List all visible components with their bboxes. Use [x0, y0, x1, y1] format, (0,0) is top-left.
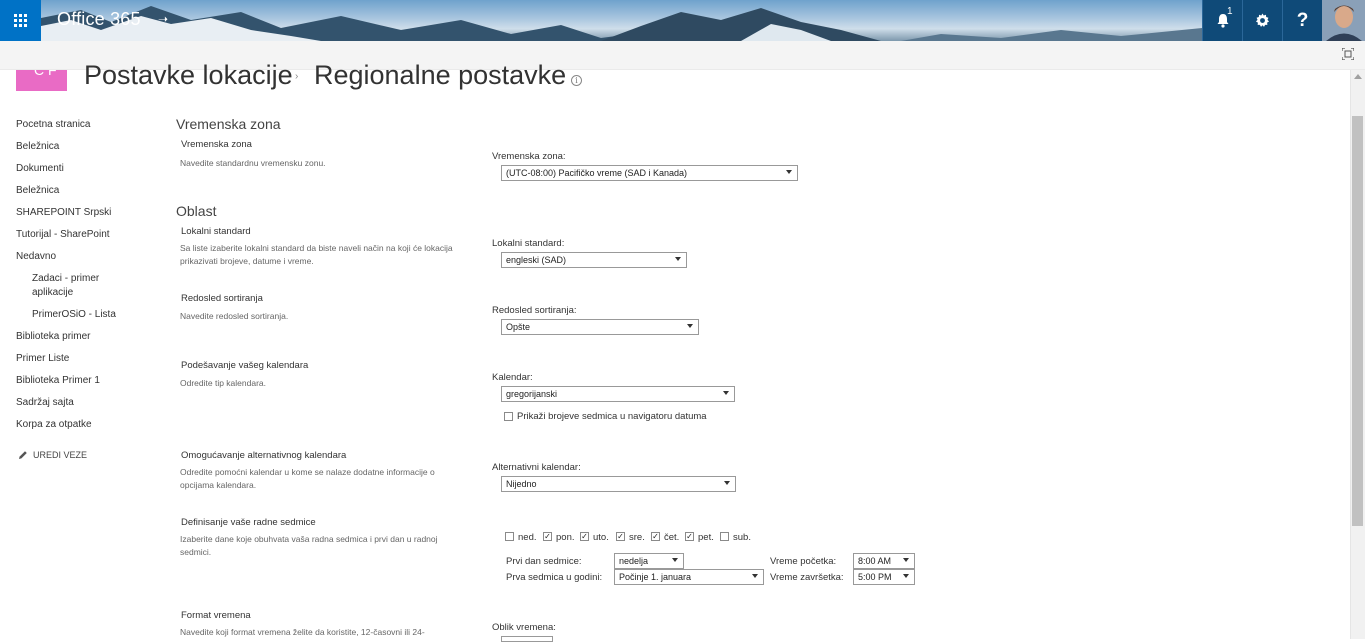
day-label-mon: pon. [556, 532, 575, 543]
alt-calendar-group-title: Omogućavanje alternativnog kalendara [181, 450, 347, 461]
day-checkbox-tue[interactable]: ✓ [580, 532, 589, 541]
day-label-thu: čet. [664, 532, 680, 543]
nav-item-sample-list[interactable]: Primer Liste [16, 352, 69, 366]
nav-item-sharepoint-srpski[interactable]: SHAREPOINT Srpski [16, 206, 111, 220]
time-format-group-title: Format vremena [181, 610, 251, 621]
end-time-select[interactable]: 5:00 PM [853, 569, 915, 585]
time-format-label: Oblik vremena: [492, 622, 556, 633]
section-heading-timezone: Vremenska zona [176, 116, 281, 132]
section-heading-region: Oblast [176, 203, 217, 219]
timezone-group-title: Vremenska zona [181, 139, 252, 150]
nav-item-site-contents[interactable]: Sadržaj sajta [16, 396, 74, 410]
timezone-label: Vremenska zona: [492, 151, 566, 162]
site-logo[interactable]: C F [16, 70, 67, 91]
chevron-down-icon [724, 481, 730, 485]
chevron-down-icon [687, 324, 693, 328]
sort-group-title: Redosled sortiranja [181, 293, 263, 304]
day-label-tue: uto. [593, 532, 609, 543]
alt-calendar-select[interactable]: Nijedno [501, 476, 736, 492]
locale-group-title: Lokalni standard [181, 226, 251, 237]
day-label-sat: sub. [733, 532, 751, 543]
locale-group-desc: Sa liste izaberite lokalni standard da b… [180, 243, 453, 266]
pencil-icon [19, 451, 27, 459]
day-checkbox-thu[interactable]: ✓ [651, 532, 660, 541]
first-week-label: Prva sedmica u godini: [506, 572, 603, 583]
chevron-down-icon [675, 257, 681, 261]
gear-icon [1255, 13, 1270, 27]
info-icon[interactable]: i [571, 75, 582, 86]
nav-item-recent-tasks[interactable]: Zadaci - primer aplikacije [32, 272, 122, 300]
edit-links-button[interactable]: UREDI VEZE [18, 450, 87, 460]
alt-calendar-group-desc: Odredite pomoćni kalendar u kome se nala… [180, 467, 435, 490]
app-launcher-icon[interactable] [0, 0, 41, 41]
nav-item-library-sample-1[interactable]: Biblioteka Primer 1 [16, 374, 100, 388]
breadcrumb-separator-icon: › [295, 71, 299, 82]
calendar-select[interactable]: gregorijanski [501, 386, 735, 402]
time-format-select[interactable] [501, 636, 553, 642]
nav-item-recent-list[interactable]: PrimerOSiO - Lista [32, 308, 116, 322]
time-format-group-desc: Navedite koji format vremena želite da k… [180, 627, 425, 637]
chevron-down-icon [723, 391, 729, 395]
calendar-group-title: Podešavanje vašeg kalendara [181, 360, 309, 371]
calendar-label: Kalendar: [492, 372, 533, 383]
breadcrumb-site-settings[interactable]: Postavke lokacije [84, 60, 293, 91]
chevron-down-icon [903, 574, 909, 578]
day-checkbox-sun[interactable] [505, 532, 514, 541]
start-time-select[interactable]: 8:00 AM [853, 553, 915, 569]
timezone-group-desc: Navedite standardnu vremensku zonu. [180, 158, 326, 168]
help-button[interactable]: ? [1282, 0, 1322, 41]
user-avatar[interactable] [1322, 0, 1365, 41]
office-365-brand[interactable]: Office 365 [57, 9, 141, 30]
nav-item-notebook-2[interactable]: Beležnica [16, 184, 59, 198]
start-time-label: Vreme početka: [770, 556, 837, 567]
first-day-label: Prvi dan sedmice: [506, 556, 582, 567]
focus-on-content-icon[interactable] [1342, 48, 1354, 60]
nav-item-tutorial[interactable]: Tutorijal - SharePoint [16, 228, 110, 242]
header-banner-image [41, 0, 1202, 41]
end-time-label: Vreme završetka: [770, 572, 844, 583]
week-numbers-checkbox[interactable] [504, 412, 513, 421]
settings-button[interactable] [1242, 0, 1282, 41]
first-day-select[interactable]: nedelja [614, 553, 684, 569]
day-checkbox-sat[interactable] [720, 532, 729, 541]
calendar-group-desc: Odredite tip kalendara. [180, 378, 266, 388]
locale-select[interactable]: engleski (SAD) [501, 252, 687, 268]
nav-heading-recent: Nedavno [16, 251, 57, 262]
locale-label: Lokalni standard: [492, 238, 565, 249]
day-checkbox-fri[interactable]: ✓ [685, 532, 694, 541]
nav-item-notebook[interactable]: Beležnica [16, 140, 59, 154]
sort-label: Redosled sortiranja: [492, 305, 577, 316]
page-title: Regionalne postavke [314, 60, 567, 90]
sort-group-desc: Navedite redosled sortiranja. [180, 311, 289, 321]
timezone-select[interactable]: (UTC-08:00) Pacifičko vreme (SAD i Kanad… [501, 165, 798, 181]
week-numbers-label: Prikaži brojeve sedmica u navigatoru dat… [517, 411, 707, 422]
day-checkbox-wed[interactable]: ✓ [616, 532, 625, 541]
nav-item-library-sample[interactable]: Biblioteka primer [16, 330, 90, 344]
work-week-group-title: Definisanje vaše radne sedmice [181, 517, 316, 528]
brand-arrow-icon: ➝ [158, 12, 169, 26]
chevron-down-icon [903, 558, 909, 562]
first-week-select[interactable]: Počinje 1. januara [614, 569, 764, 585]
notification-count-badge: 1 [1227, 6, 1233, 17]
nav-item-documents[interactable]: Dokumenti [16, 162, 64, 176]
nav-item-recycle-bin[interactable]: Korpa za otpatke [16, 418, 92, 432]
nav-item-home[interactable]: Pocetna stranica [16, 118, 91, 132]
chevron-down-icon [786, 170, 792, 174]
work-week-group-desc: Izaberite dane koje obuhvata vaša radna … [180, 534, 438, 557]
day-label-sun: ned. [518, 532, 537, 543]
edit-links-label: UREDI VEZE [33, 450, 88, 460]
suite-bar: Office 365 ➝ 1 ? [0, 0, 1365, 41]
sort-select[interactable]: Opšte [501, 319, 699, 335]
scroll-up-arrow-icon[interactable] [1354, 74, 1362, 79]
chevron-down-icon [752, 574, 758, 578]
chevron-down-icon [672, 558, 678, 562]
day-label-fri: pet. [698, 532, 714, 543]
day-checkbox-mon[interactable]: ✓ [543, 532, 552, 541]
notifications-button[interactable]: 1 [1202, 0, 1242, 41]
day-label-wed: sre. [629, 532, 645, 543]
scrollbar-thumb[interactable] [1352, 116, 1363, 526]
alt-calendar-label: Alternativni kalendar: [492, 462, 581, 473]
